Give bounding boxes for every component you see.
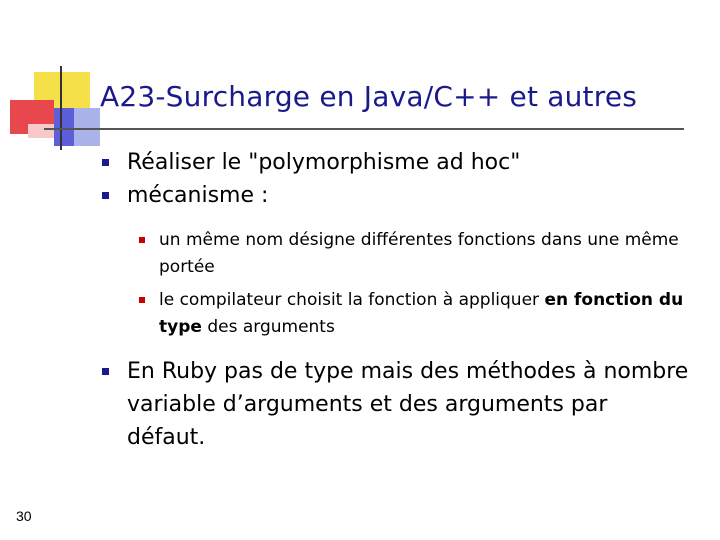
bullet-text: mécanisme :: [127, 183, 269, 208]
sub-bullet-text-end: des arguments: [201, 317, 335, 337]
sub-bullet-list: un même nom désigne différentes fonction…: [137, 227, 697, 341]
bullet-item: Réaliser le "polymorphisme ad hoc": [100, 146, 690, 179]
bullet-item: En Ruby pas de type mais des méthodes à …: [100, 355, 690, 454]
bullet-text: En Ruby pas de type mais des méthodes à …: [127, 359, 689, 450]
page-number: 30: [16, 508, 32, 524]
sub-bullet-text: le compilateur choisit la fonction à app…: [159, 290, 545, 310]
square-bullet-icon: [102, 159, 109, 166]
square-bullet-icon: [102, 368, 109, 375]
sub-bullet-item: le compilateur choisit la fonction à app…: [137, 287, 697, 341]
bullet-list-bottom: En Ruby pas de type mais des méthodes à …: [100, 355, 690, 454]
sub-bullet-text: un même nom désigne différentes fonction…: [159, 230, 679, 277]
bullet-text: Réaliser le "polymorphisme ad hoc": [127, 150, 521, 175]
square-bullet-icon: [102, 192, 109, 199]
deco-vertical-line: [60, 66, 62, 150]
bullet-item: mécanisme :: [100, 179, 690, 212]
slide-title: A23-Surcharge en Java/C++ et autres: [100, 80, 638, 113]
square-bullet-icon: [139, 237, 145, 243]
deco-lightblue-square: [74, 108, 100, 146]
sub-bullet-item: un même nom désigne différentes fonction…: [137, 227, 697, 281]
deco-pink-fade: [28, 124, 54, 138]
bullet-list-top: Réaliser le "polymorphisme ad hoc" mécan…: [100, 146, 690, 212]
square-bullet-icon: [139, 297, 145, 303]
title-underline: [44, 128, 684, 130]
